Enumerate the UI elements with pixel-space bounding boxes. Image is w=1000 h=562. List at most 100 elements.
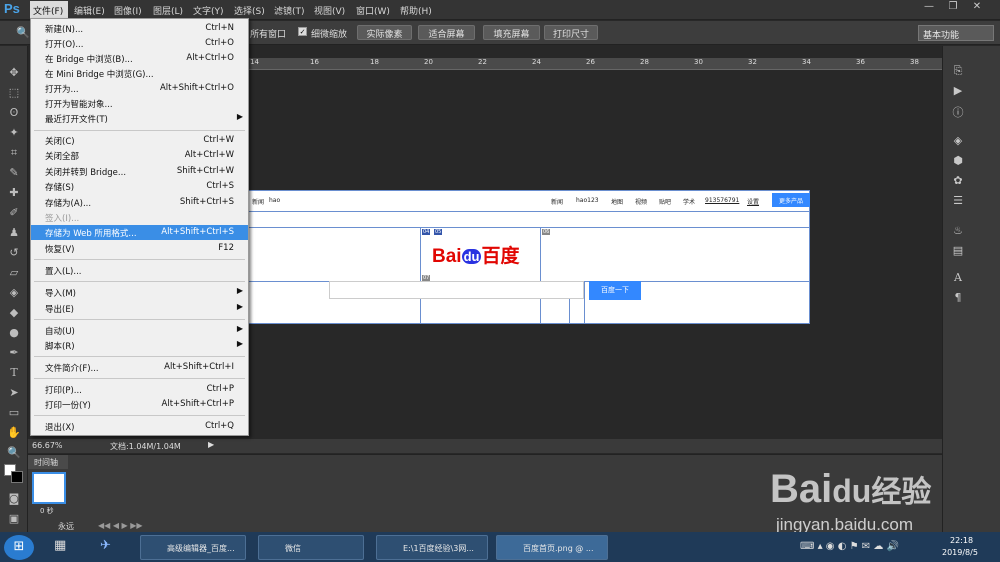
calculator-icon[interactable]: ▦ (54, 538, 66, 553)
menu-item-open-as[interactable]: 打开为... Alt+Shift+Ctrl+O (31, 81, 248, 96)
fill-screen-button[interactable]: 填充屏幕 (483, 25, 540, 40)
menu-item-save-for-web[interactable]: 存储为 Web 所用格式... Alt+Shift+Ctrl+S (31, 225, 248, 240)
scrubby-zoom-label: 细微缩放 (311, 30, 348, 40)
menu-item-save-as[interactable]: 存储为(A)... Shift+Ctrl+S (31, 195, 248, 210)
menu-item-file-info[interactable]: 文件简介(F)... Alt+Shift+Ctrl+I (31, 360, 248, 375)
history-panel-icon[interactable]: ⎘ (948, 64, 968, 82)
scrubby-zoom-checkbox[interactable]: ✓ (298, 27, 307, 36)
channels-panel-icon[interactable]: ⬢ (948, 154, 968, 172)
minimize-button[interactable]: — (918, 1, 940, 15)
eyedropper-tool-icon[interactable]: ✎ (6, 166, 22, 181)
menu-item-export[interactable]: 导出(E) ▶ (31, 301, 248, 316)
menu-filter[interactable]: 滤镜(T) (274, 4, 305, 17)
menu-item-exit[interactable]: 退出(X) Ctrl+Q (31, 419, 248, 434)
menu-item-browse-mini-bridge[interactable]: 在 Mini Bridge 中浏览(G)... (31, 66, 248, 81)
history-brush-tool-icon[interactable]: ↺ (6, 246, 22, 261)
pen-tool-icon[interactable]: ✒ (6, 346, 22, 361)
menu-item-close-all[interactable]: 关闭全部 Alt+Ctrl+W (31, 148, 248, 163)
taskbar-item-photoshop[interactable]: 百度首页.png @ ... (496, 535, 608, 560)
start-button[interactable]: ⊞ (4, 535, 34, 560)
all-windows-label[interactable]: 所有窗口 (250, 27, 286, 40)
quick-mask-icon[interactable]: ◙ (6, 492, 22, 507)
type-tool-icon[interactable]: T (6, 366, 22, 381)
playback-controls-icon[interactable]: ◀◀ ◀ ▶ ▶▶ (98, 521, 143, 530)
menu-view[interactable]: 视图(V) (314, 4, 345, 17)
clone-stamp-tool-icon[interactable]: ♟ (6, 226, 22, 241)
status-arrow-icon[interactable]: ▶ (208, 440, 214, 449)
character-panel-icon[interactable]: A (948, 271, 968, 289)
healing-brush-tool-icon[interactable]: ✚ (6, 186, 22, 201)
eraser-tool-icon[interactable]: ▱ (6, 266, 22, 281)
adjustments-panel-icon[interactable]: ☰ (948, 194, 968, 212)
path-select-tool-icon[interactable]: ➤ (6, 386, 22, 401)
taskbar-item-wechat[interactable]: 微信 (258, 535, 364, 560)
blur-tool-icon[interactable]: ◆ (6, 306, 22, 321)
styles-panel-icon[interactable]: ♨ (948, 224, 968, 242)
menu-item-print-one[interactable]: 打印一份(Y) Alt+Shift+Ctrl+P (31, 397, 248, 412)
menu-item-print[interactable]: 打印(P)... Ctrl+P (31, 382, 248, 397)
menu-item-browse-bridge[interactable]: 在 Bridge 中浏览(B)... Alt+Ctrl+O (31, 51, 248, 66)
timeline-tab[interactable]: 时间轴 (28, 455, 68, 469)
loop-select[interactable]: 永远 (58, 521, 74, 532)
workspace-select[interactable]: 基本功能 (918, 25, 994, 41)
clock-date[interactable]: 2019/8/5 (942, 548, 978, 557)
fit-screen-button[interactable]: 适合屏幕 (418, 25, 475, 40)
feather-app-icon[interactable]: ✈ (100, 538, 111, 553)
paragraph-panel-icon[interactable]: ¶ (948, 291, 968, 309)
crop-tool-icon[interactable]: ⌗ (6, 146, 22, 161)
clock-time[interactable]: 22:18 (950, 536, 973, 545)
zoom-level[interactable]: 66.67% (32, 441, 63, 450)
menu-item-recent-files[interactable]: 最近打开文件(T) ▶ (31, 111, 248, 126)
paint-bucket-tool-icon[interactable]: ◈ (6, 286, 22, 301)
menu-item-revert[interactable]: 恢复(V) F12 (31, 241, 248, 256)
menu-separator (34, 356, 245, 357)
lasso-tool-icon[interactable]: ʘ (6, 106, 22, 121)
background-color-swatch[interactable] (11, 471, 23, 483)
document-canvas[interactable]: 新闻 hao 新闻 hao123 地图 视频 贴吧 学术 913576791 设… (248, 190, 810, 324)
rectangle-tool-icon[interactable]: ▭ (6, 406, 22, 421)
menu-select[interactable]: 选择(S) (234, 4, 265, 17)
marquee-tool-icon[interactable]: ⬚ (6, 86, 22, 101)
print-size-button[interactable]: 打印尺寸 (544, 25, 598, 40)
frame-delay[interactable]: 0 秒 (40, 506, 54, 516)
menu-item-import[interactable]: 导入(M) ▶ (31, 285, 248, 300)
close-button[interactable]: ✕ (966, 1, 988, 15)
menu-type[interactable]: 文字(Y) (193, 4, 224, 17)
menu-image[interactable]: 图像(I) (114, 4, 142, 17)
menu-layer[interactable]: 图层(L) (153, 4, 183, 17)
menu-item-save[interactable]: 存储(S) Ctrl+S (31, 179, 248, 194)
menu-item-open[interactable]: 打开(O)... Ctrl+O (31, 36, 248, 51)
menu-item-close-go-bridge[interactable]: 关闭并转到 Bridge... Shift+Ctrl+W (31, 164, 248, 179)
menu-item-place[interactable]: 置入(L)... (31, 263, 248, 278)
layers-panel-icon[interactable]: ◈ (948, 134, 968, 152)
menu-item-close[interactable]: 关闭(C) Ctrl+W (31, 133, 248, 148)
zoom-tool-icon[interactable]: 🔍 (6, 446, 22, 461)
menu-item-scripts[interactable]: 脚本(R) ▶ (31, 338, 248, 353)
system-tray-icons[interactable]: ⌨ ▴ ◉ ◐ ⚑ ✉ ☁ 🔊 (800, 541, 899, 552)
menu-item-automate[interactable]: 自动(U) ▶ (31, 323, 248, 338)
dodge-tool-icon[interactable]: ● (6, 326, 22, 341)
menu-help[interactable]: 帮助(H) (400, 4, 432, 17)
menu-file[interactable]: 文件(F) (30, 1, 68, 19)
menu-item-new[interactable]: 新建(N)... Ctrl+N (31, 21, 248, 36)
info-panel-icon[interactable]: ⓘ (948, 104, 968, 122)
move-tool-icon[interactable]: ✥ (6, 66, 22, 81)
swatches-panel-icon[interactable]: ▤ (948, 244, 968, 262)
brush-tool-icon[interactable]: ✐ (6, 206, 22, 221)
screen-mode-icon[interactable]: ▣ (6, 512, 22, 527)
restore-button[interactable]: ❐ (942, 1, 964, 15)
timeline-frame[interactable] (32, 472, 66, 504)
magic-wand-tool-icon[interactable]: ✦ (6, 126, 22, 141)
canvas-nav-link: 贴吧 (659, 199, 672, 206)
zoom-tool-icon: 🔍 (16, 26, 30, 39)
actions-panel-icon[interactable]: ▶ (948, 84, 968, 102)
taskbar-item-explorer[interactable]: E:\1百度经验\3网... (376, 535, 488, 560)
menu-item-open-smart-object[interactable]: 打开为智能对象... (31, 96, 248, 111)
hand-tool-icon[interactable]: ✋ (6, 426, 22, 441)
paths-panel-icon[interactable]: ✿ (948, 174, 968, 192)
slice-tag: 06 (542, 229, 551, 235)
actual-pixels-button[interactable]: 实际像素 (357, 25, 412, 40)
menu-window[interactable]: 窗口(W) (356, 4, 390, 17)
menu-edit[interactable]: 编辑(E) (74, 4, 105, 17)
taskbar-item-editor[interactable]: 高级编辑器_百度... (140, 535, 246, 560)
